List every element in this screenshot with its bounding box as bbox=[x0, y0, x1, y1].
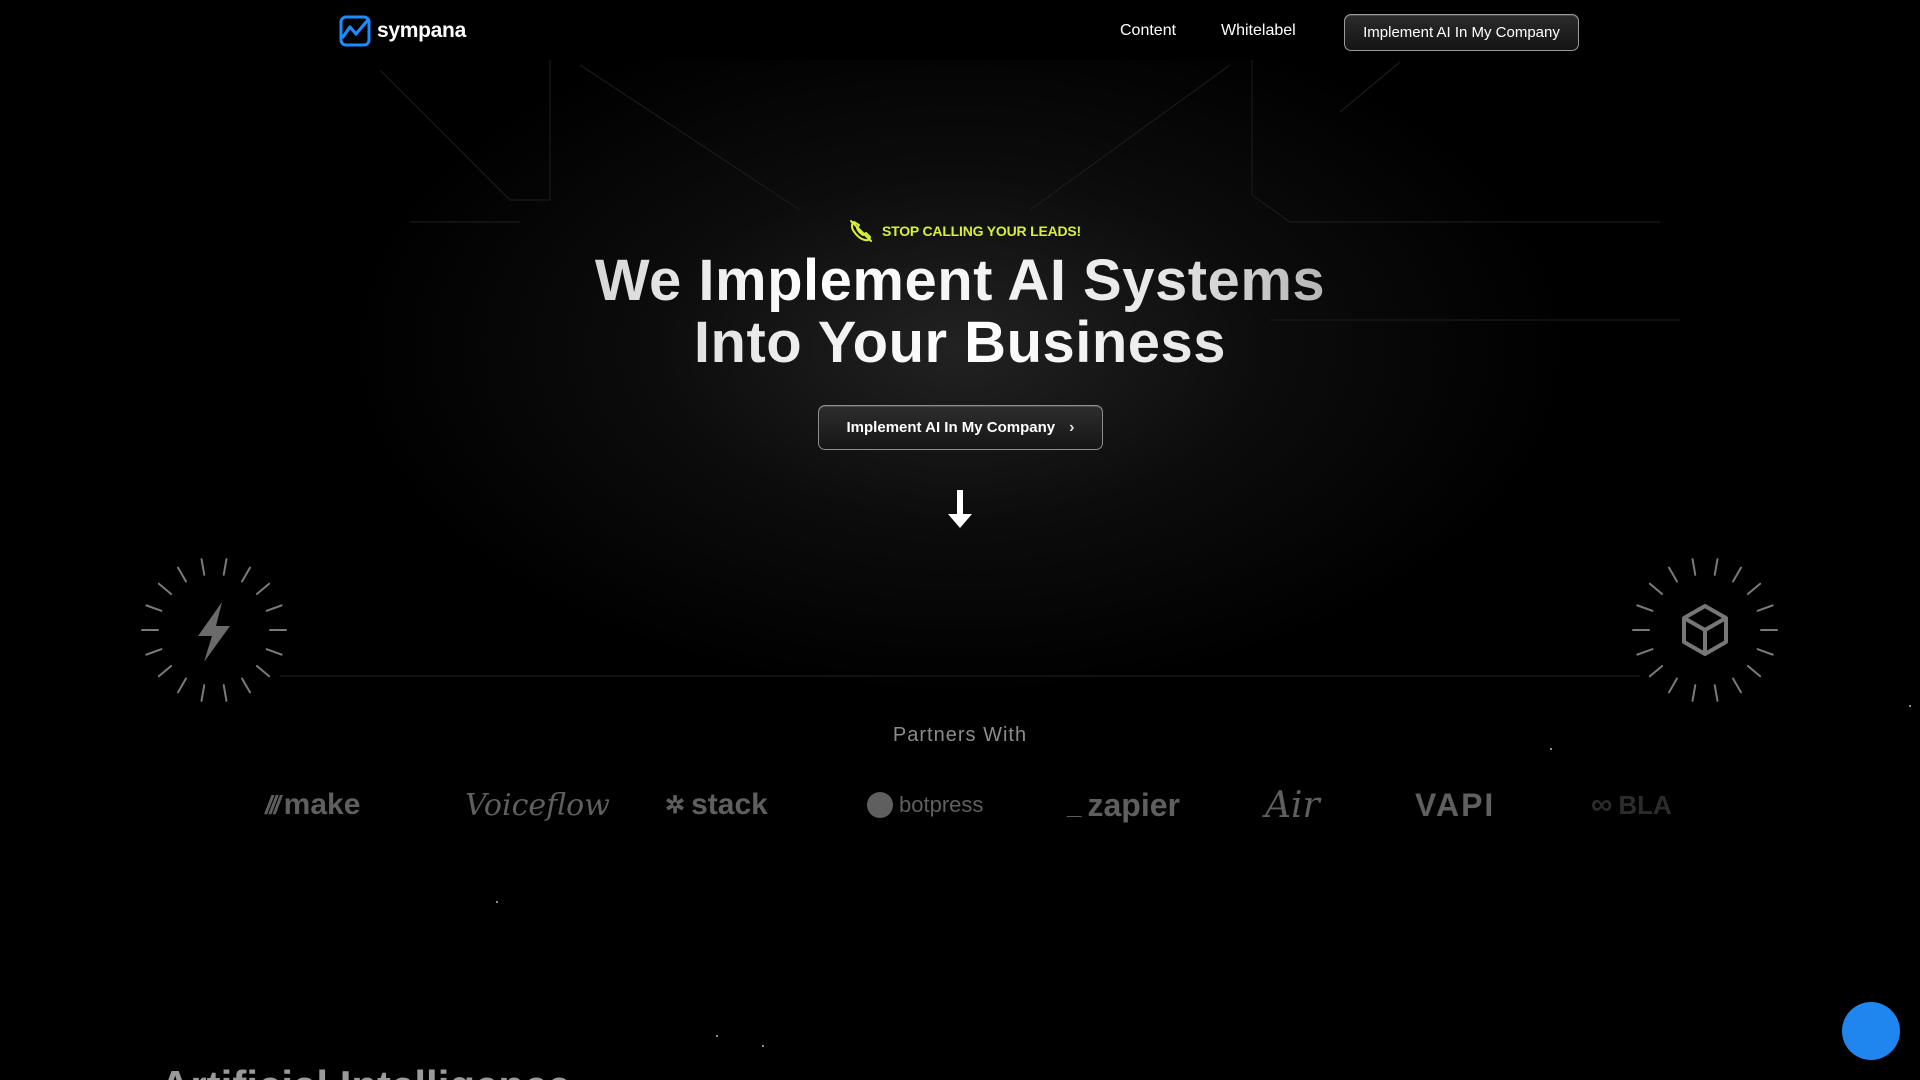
brand-logo[interactable]: sympana bbox=[339, 15, 466, 47]
botpress-mark-icon bbox=[867, 792, 893, 818]
partner-logo-voiceflow: Voiceflow bbox=[465, 787, 610, 823]
star-dot bbox=[716, 1035, 718, 1037]
star-dot bbox=[496, 901, 498, 903]
hero-glow bbox=[340, 60, 1580, 700]
lightning-icon bbox=[198, 602, 230, 662]
background-lines bbox=[280, 60, 1680, 677]
hero-cta-button[interactable]: Implement AI In My Company › bbox=[818, 405, 1103, 450]
hero-eyebrow-text: STOP CALLING YOUR LEADS! bbox=[882, 223, 1081, 239]
partner-logo-air: Air bbox=[1265, 784, 1320, 826]
hero-headline-line2: Into Your Business bbox=[460, 312, 1460, 374]
partner-logo-zapier: _ zapier bbox=[1067, 786, 1180, 823]
nav-link-content[interactable]: Content bbox=[1120, 22, 1176, 40]
cube-badge bbox=[1632, 558, 1778, 702]
brand-name: sympana bbox=[377, 19, 466, 42]
hero-headline-line1: We Implement AI Systems bbox=[460, 250, 1460, 312]
partner-logo-stack: ✲ stack bbox=[665, 788, 768, 821]
phone-off-icon bbox=[850, 220, 872, 242]
make-mark-icon: /// bbox=[265, 789, 281, 820]
star-dot bbox=[1550, 748, 1552, 750]
partner-logo-bla: ∞ BLA bbox=[1591, 788, 1672, 821]
chevron-right-icon: › bbox=[1069, 418, 1075, 436]
infinity-mark-icon: ∞ bbox=[1591, 788, 1613, 821]
star-dot bbox=[1909, 705, 1911, 707]
stack-mark-icon: ✲ bbox=[665, 791, 686, 819]
partners-logo-row: /// make Voiceflow ✲ stack botpress _ za… bbox=[255, 780, 1695, 830]
section-heading: Artificial Intelligence bbox=[160, 1062, 571, 1080]
landing-page: sympana Content Whitelabel Implement AI … bbox=[0, 0, 1920, 1080]
nav-link-whitelabel[interactable]: Whitelabel bbox=[1221, 22, 1296, 40]
zapier-mark-icon: _ bbox=[1067, 789, 1082, 820]
sympana-logo-icon bbox=[339, 15, 371, 47]
partner-logo-vapi: VAPI bbox=[1415, 786, 1496, 823]
star-dot bbox=[762, 1045, 764, 1047]
partner-logo-botpress: botpress bbox=[867, 780, 983, 830]
cube-icon bbox=[1682, 604, 1728, 656]
top-nav: sympana Content Whitelabel Implement AI … bbox=[0, 0, 1920, 66]
lightning-badge bbox=[141, 558, 287, 702]
nav-cta-button[interactable]: Implement AI In My Company bbox=[1344, 14, 1579, 51]
arrow-down-icon[interactable] bbox=[942, 488, 978, 532]
partner-logo-make: /// make bbox=[265, 788, 361, 821]
chat-bubble-icon[interactable] bbox=[1842, 1002, 1900, 1060]
hero-headline: We Implement AI Systems Into Your Busine… bbox=[460, 250, 1460, 374]
partners-title: Partners With bbox=[892, 724, 1028, 746]
hero-eyebrow: STOP CALLING YOUR LEADS! bbox=[848, 218, 1081, 244]
hero-cta-label: Implement AI In My Company bbox=[846, 419, 1056, 436]
